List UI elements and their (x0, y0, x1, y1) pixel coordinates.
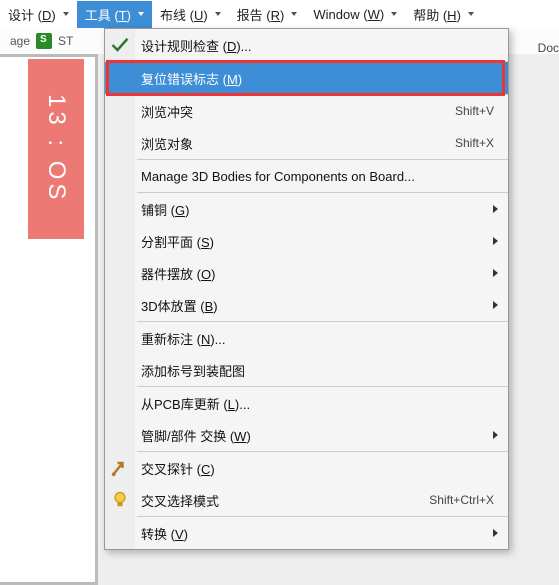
submenu-arrow-icon (493, 301, 498, 309)
menu-design[interactable]: 设计 (D) (0, 1, 77, 28)
dropdown-item-label: 转换 (V) (141, 524, 494, 543)
dropdown-item[interactable]: 器件摆放 (O) (105, 257, 508, 289)
dropdown-item-label: Manage 3D Bodies for Components on Board… (141, 169, 494, 184)
toolbar-text-left: age (10, 34, 30, 48)
bulb-icon (110, 490, 130, 510)
caret-icon (215, 12, 221, 16)
cross-icon (110, 458, 130, 478)
sheet-icon[interactable] (36, 33, 52, 49)
tools-dropdown: 设计规则检查 (D)...复位错误标志 (M)浏览冲突Shift+V浏览对象Sh… (104, 28, 509, 550)
dropdown-item-label: 添加标号到装配图 (141, 361, 494, 380)
document-panel: 13 : OS (0, 54, 98, 585)
check-icon (110, 35, 130, 55)
shortcut-label: Shift+Ctrl+X (429, 493, 494, 507)
dropdown-item[interactable]: 添加标号到装配图 (105, 354, 508, 386)
menubar: 设计 (D) 工具 (T) 布线 (U) 报告 (R) Window (W) 帮… (0, 0, 559, 28)
dropdown-item[interactable]: Manage 3D Bodies for Components on Board… (105, 160, 508, 192)
dropdown-item[interactable]: 分割平面 (S) (105, 225, 508, 257)
dropdown-item-label: 分割平面 (S) (141, 232, 494, 251)
dropdown-item[interactable]: 重新标注 (N)... (105, 322, 508, 354)
caret-icon (468, 12, 474, 16)
dropdown-item-label: 铺铜 (G) (141, 200, 494, 219)
dropdown-item-label: 器件摆放 (O) (141, 264, 494, 283)
dropdown-item[interactable]: 交叉探针 (C) (105, 452, 508, 484)
dropdown-item[interactable]: 管脚/部件 交换 (W) (105, 419, 508, 451)
menu-tools[interactable]: 工具 (T) (77, 1, 152, 28)
dropdown-item-label: 浏览冲突 (141, 102, 455, 121)
shortcut-label: Shift+X (455, 136, 494, 150)
toolbar-text-right: Doc (538, 41, 559, 55)
dropdown-item-label: 复位错误标志 (M) (141, 69, 494, 88)
dropdown-item-label: 从PCB库更新 (L)... (141, 394, 494, 413)
submenu-arrow-icon (493, 269, 498, 277)
toolbar-st: ST (58, 34, 73, 48)
dropdown-item[interactable]: 交叉选择模式Shift+Ctrl+X (105, 484, 508, 516)
caret-icon (138, 12, 144, 16)
dropdown-item[interactable]: 3D体放置 (B) (105, 289, 508, 321)
submenu-arrow-icon (493, 431, 498, 439)
shortcut-label: Shift+V (455, 104, 494, 118)
submenu-arrow-icon (493, 205, 498, 213)
dropdown-item-label: 交叉选择模式 (141, 491, 429, 510)
dropdown-item-label: 管脚/部件 交换 (W) (141, 426, 494, 445)
menu-window[interactable]: Window (W) (305, 3, 405, 26)
dropdown-item[interactable]: 从PCB库更新 (L)... (105, 387, 508, 419)
menu-report[interactable]: 报告 (R) (229, 1, 306, 28)
dropdown-item[interactable]: 复位错误标志 (M) (105, 62, 508, 94)
dropdown-item-label: 浏览对象 (141, 134, 455, 153)
menu-route[interactable]: 布线 (U) (152, 1, 229, 28)
dropdown-item[interactable]: 浏览对象Shift+X (105, 127, 508, 159)
caret-icon (291, 12, 297, 16)
menu-help[interactable]: 帮助 (H) (405, 1, 482, 28)
dropdown-item[interactable]: 浏览冲突Shift+V (105, 95, 508, 127)
submenu-arrow-icon (493, 237, 498, 245)
dropdown-item-label: 重新标注 (N)... (141, 329, 494, 348)
submenu-arrow-icon (493, 529, 498, 537)
vertical-tab[interactable]: 13 : OS (28, 59, 84, 239)
dropdown-item-label: 3D体放置 (B) (141, 296, 494, 315)
dropdown-item-label: 设计规则检查 (D)... (141, 36, 494, 55)
dropdown-item[interactable]: 设计规则检查 (D)... (105, 29, 508, 61)
dropdown-item-label: 交叉探针 (C) (141, 459, 494, 478)
caret-icon (63, 12, 69, 16)
caret-icon (391, 12, 397, 16)
dropdown-item[interactable]: 转换 (V) (105, 517, 508, 549)
dropdown-item[interactable]: 铺铜 (G) (105, 193, 508, 225)
